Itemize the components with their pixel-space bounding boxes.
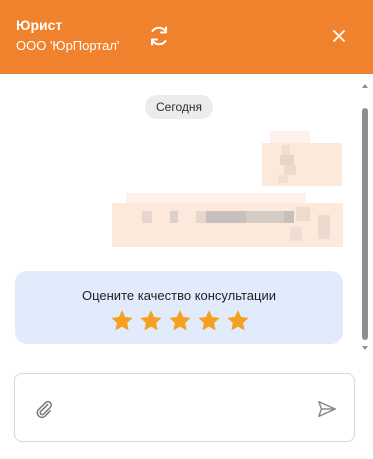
close-icon[interactable] [329,26,349,46]
star-icon[interactable] [167,308,193,334]
message-bubble [112,193,343,247]
star-icon[interactable] [138,308,164,334]
company-name: ООО 'ЮрПортал' [16,38,120,53]
paperclip-icon[interactable] [34,399,54,419]
message-input[interactable] [14,373,355,442]
star-icon[interactable] [196,308,222,334]
scrollbar-thumb[interactable] [362,108,368,340]
rating-stars [109,308,254,334]
message-bubble [262,131,342,186]
scroll-down-arrow-icon[interactable] [361,344,369,352]
agent-title: Юрист [16,17,63,33]
date-separator: Сегодня [145,95,213,119]
star-icon[interactable] [109,308,135,334]
refresh-icon[interactable] [147,24,171,48]
scroll-up-arrow-icon[interactable] [361,82,369,90]
send-icon[interactable] [316,398,338,420]
rating-prompt: Оцените качество консультации [81,288,277,303]
chat-scrollbar[interactable] [360,82,370,354]
chat-header: Юрист ООО 'ЮрПортал' [0,0,373,74]
star-icon[interactable] [225,308,251,334]
rating-card: Оцените качество консультации [15,271,343,344]
